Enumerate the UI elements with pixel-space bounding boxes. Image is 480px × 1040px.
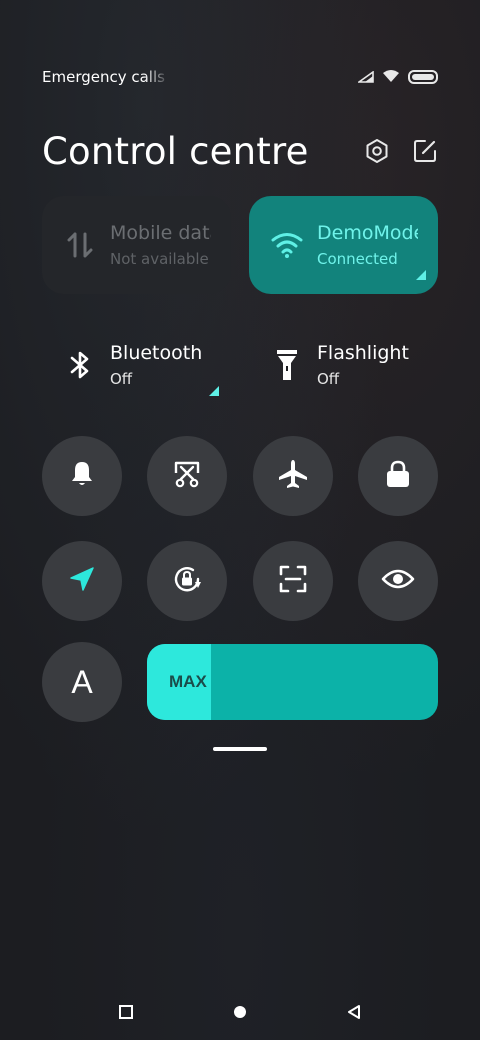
toggle-row-2 (42, 541, 438, 621)
lock-screen-toggle[interactable] (357, 436, 438, 516)
location-icon (68, 565, 96, 597)
eye-icon (381, 567, 415, 595)
wifi-expand-icon[interactable] (416, 270, 426, 280)
location-toggle[interactable] (42, 541, 122, 621)
wifi-icon (382, 68, 400, 87)
bell-icon (67, 459, 97, 493)
settings-icon[interactable] (364, 138, 390, 164)
status-bar: Emergency calls only (42, 66, 438, 88)
bluetooth-tile[interactable]: Bluetooth Off (42, 330, 231, 400)
flashlight-text: Flashlight Off (317, 342, 409, 388)
mobile-data-title: Mobile data (110, 222, 211, 244)
scanner-icon (278, 564, 308, 598)
brightness-label: MAX (169, 672, 207, 691)
bluetooth-icon (62, 347, 98, 383)
airplane-icon (277, 458, 309, 494)
status-text: Emergency calls only (42, 68, 170, 86)
drag-handle[interactable] (213, 747, 267, 751)
scanner-toggle[interactable] (252, 541, 333, 621)
screenshot-toggle[interactable] (147, 436, 228, 516)
wifi-status: Connected (317, 250, 398, 268)
navigation-bar (0, 990, 480, 1034)
rotation-lock-toggle[interactable] (147, 541, 228, 621)
bluetooth-title: Bluetooth (110, 342, 203, 364)
reading-mode-toggle[interactable] (357, 541, 438, 621)
recents-button[interactable] (112, 998, 140, 1026)
mobile-data-tile[interactable]: Mobile data Not available (42, 196, 231, 294)
bluetooth-expand-icon[interactable] (209, 386, 219, 396)
bluetooth-text: Bluetooth Off (110, 342, 202, 388)
screenshot-icon (172, 459, 202, 493)
header-actions (364, 138, 438, 164)
wifi-title: DemoMode (317, 222, 418, 244)
bluetooth-status: Off (110, 370, 133, 388)
back-button[interactable] (340, 998, 368, 1026)
auto-brightness-toggle[interactable]: A (42, 642, 122, 722)
battery-icon (408, 70, 438, 84)
wifi-tile[interactable]: DemoMode Connected (249, 196, 438, 294)
status-icons (356, 68, 438, 87)
wifi-text: DemoMode Connected (317, 222, 418, 268)
mobile-data-status: Not available (110, 250, 209, 268)
flashlight-title: Flashlight (317, 342, 409, 364)
mobile-data-text: Mobile data Not available (110, 222, 211, 268)
brightness-row: A MAX (42, 642, 438, 722)
toggle-row-1 (42, 436, 438, 516)
rotation-lock-icon (170, 562, 204, 600)
flashlight-status: Off (317, 370, 340, 388)
wifi-tile-icon (269, 227, 305, 263)
lock-icon (384, 459, 412, 493)
mobile-data-icon (62, 227, 98, 263)
ring-toggle[interactable] (42, 436, 122, 516)
flashlight-icon (269, 347, 305, 383)
home-button[interactable] (226, 998, 254, 1026)
airplane-toggle[interactable] (252, 436, 333, 516)
brightness-slider[interactable]: MAX (147, 644, 438, 720)
signal-icon (356, 68, 374, 87)
header: Control centre (42, 126, 438, 176)
edit-icon[interactable] (412, 138, 438, 164)
page-title: Control centre (42, 129, 309, 173)
flashlight-tile[interactable]: Flashlight Off (249, 330, 438, 400)
auto-brightness-icon: A (71, 663, 93, 700)
